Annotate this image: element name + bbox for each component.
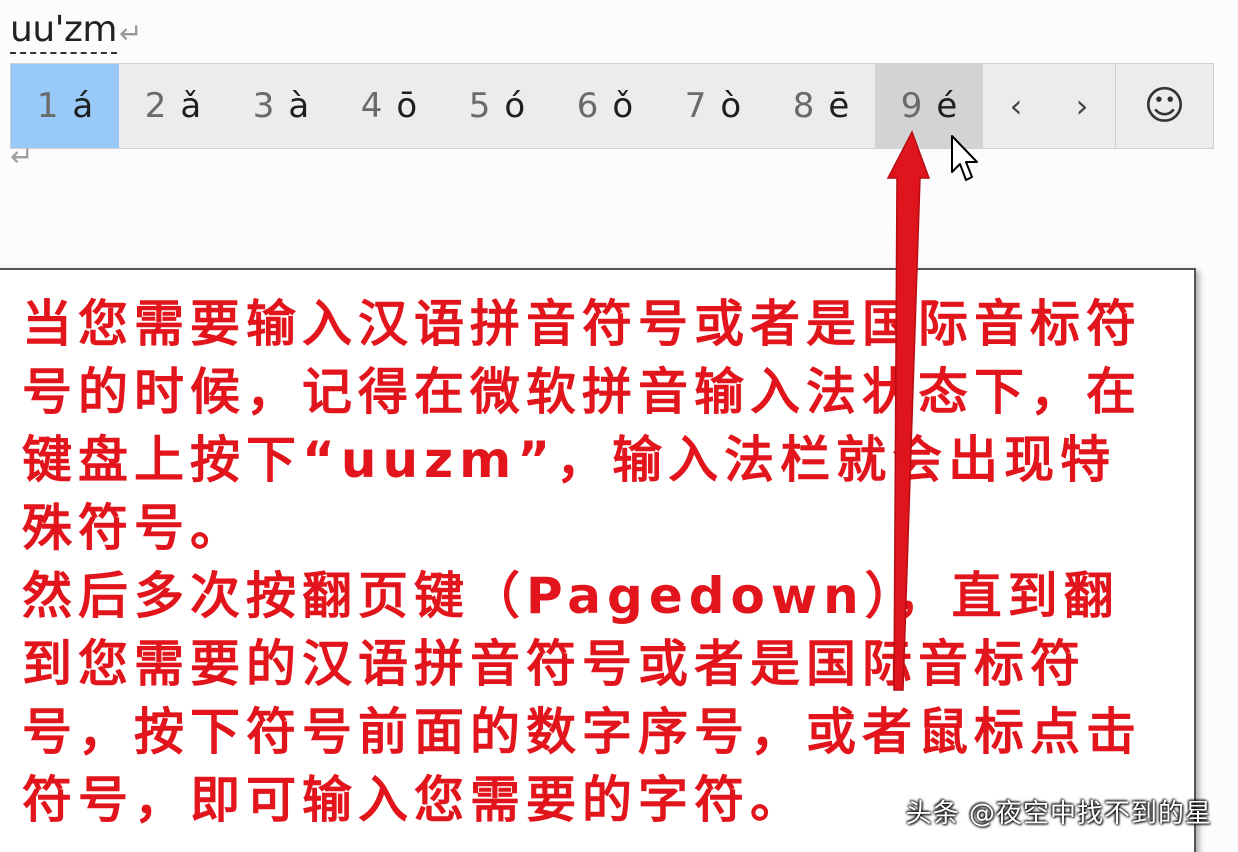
- candidate-char: ǎ: [180, 86, 202, 126]
- candidate-char: ò: [720, 86, 742, 126]
- candidate-char: ó: [504, 86, 526, 126]
- chevron-left-icon[interactable]: ‹: [983, 64, 1049, 148]
- candidate-char: ē: [828, 86, 850, 126]
- candidate-number: 8: [792, 86, 815, 126]
- candidate-5[interactable]: 5 ó: [443, 64, 551, 148]
- candidate-1[interactable]: 1 á: [11, 64, 119, 148]
- candidate-number: 5: [468, 86, 491, 126]
- watermark: 头条 @夜空中找不到的星: [905, 799, 1212, 829]
- candidate-number: 3: [252, 86, 275, 126]
- ime-candidate-bar: 1 á 2 ǎ 3 à 4 ō 5 ó 6 ǒ 7 ò 8 ē 9 é ‹ › …: [10, 63, 1214, 149]
- candidate-7[interactable]: 7 ò: [659, 64, 767, 148]
- instruction-paragraph-1: 当您需要输入汉语拼音符号或者是国际音标符号的时候，记得在微软拼音输入法状态下，在…: [22, 295, 1142, 557]
- candidate-number: 1: [36, 86, 59, 126]
- return-icon: ↵: [10, 140, 34, 173]
- instruction-panel: 当您需要输入汉语拼音符号或者是国际音标符号的时候，记得在微软拼音输入法状态下，在…: [0, 268, 1196, 852]
- candidate-2[interactable]: 2 ǎ: [119, 64, 227, 148]
- candidate-6[interactable]: 6 ǒ: [551, 64, 659, 148]
- return-icon: ↵: [119, 17, 143, 50]
- chevron-right-icon[interactable]: ›: [1049, 64, 1115, 148]
- instruction-text: 当您需要输入汉语拼音符号或者是国际音标符号的时候，记得在微软拼音输入法状态下，在…: [22, 290, 1172, 834]
- candidate-9[interactable]: 9 é: [875, 64, 983, 148]
- candidate-number: 2: [144, 86, 167, 126]
- candidate-number: 7: [684, 86, 707, 126]
- candidate-number: 9: [900, 86, 923, 126]
- candidate-3[interactable]: 3 à: [227, 64, 335, 148]
- ime-composition: uu'zm ↵: [10, 8, 142, 54]
- candidate-char: ō: [396, 86, 418, 126]
- candidate-8[interactable]: 8 ē: [767, 64, 875, 148]
- candidate-char: é: [936, 86, 958, 126]
- candidate-char: á: [72, 86, 94, 126]
- candidate-char: à: [288, 86, 310, 126]
- candidate-4[interactable]: 4 ō: [335, 64, 443, 148]
- candidate-char: ǒ: [612, 86, 634, 126]
- smiley-icon[interactable]: ☺: [1116, 64, 1213, 148]
- page: uu'zm ↵ 1 á 2 ǎ 3 à 4 ō 5 ó 6 ǒ 7 ò 8 ē …: [0, 0, 1238, 852]
- candidate-number: 6: [576, 86, 599, 126]
- composition-text: uu'zm: [10, 8, 118, 54]
- candidate-number: 4: [360, 86, 383, 126]
